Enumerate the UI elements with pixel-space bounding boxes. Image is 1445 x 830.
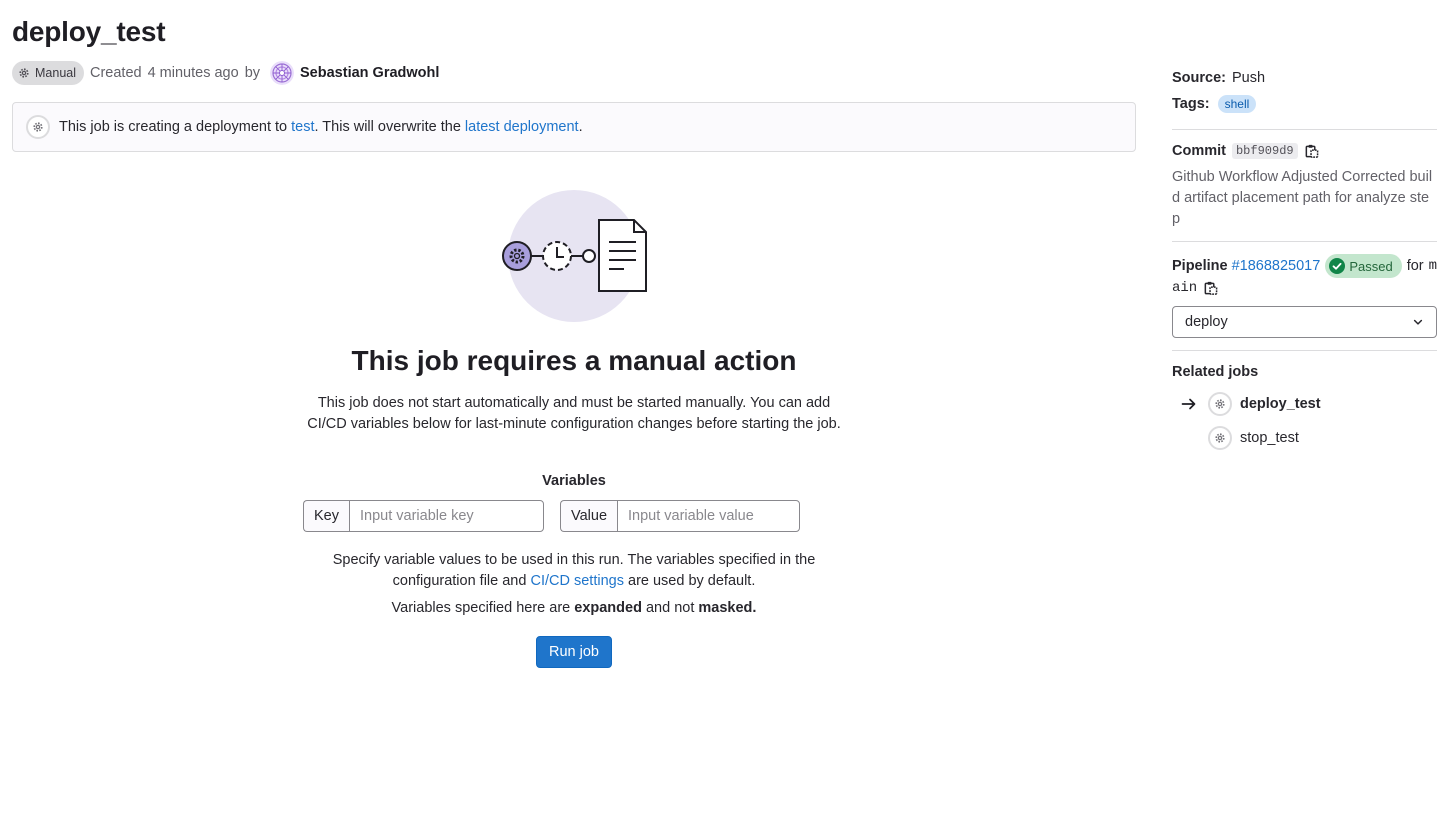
empty-state-title: This job requires a manual action: [351, 345, 797, 376]
manual-status-icon: [1208, 426, 1232, 450]
author-name[interactable]: Sebastian Gradwohl: [300, 65, 439, 81]
gear-icon: [33, 122, 43, 132]
variables-help-text: Specify variable values to be used in th…: [304, 550, 844, 592]
related-job-item[interactable]: stop_test: [1172, 426, 1299, 450]
variable-key-input[interactable]: [349, 500, 544, 532]
latest-deployment-link[interactable]: latest deployment: [465, 119, 579, 135]
variable-key-group: Key: [303, 500, 544, 532]
manual-status-icon: [26, 115, 50, 139]
gear-icon: [1215, 433, 1225, 443]
manual-status-icon: [1208, 392, 1232, 416]
divider: [1172, 350, 1437, 351]
status-badge-label: Manual: [35, 66, 76, 80]
arrow-right-icon: [1181, 398, 1196, 410]
avatar[interactable]: [270, 61, 295, 85]
created-prefix: Created: [90, 65, 142, 81]
tags-row: Tags: shell: [1172, 95, 1257, 113]
manual-job-illustration: [502, 190, 647, 322]
pipeline-status-badge[interactable]: Passed: [1325, 254, 1402, 278]
page-title: deploy_test: [12, 16, 166, 47]
source-label: Source:: [1172, 70, 1226, 86]
status-badge[interactable]: Manual: [12, 61, 84, 85]
commit-sha-link[interactable]: bbf909d9: [1231, 143, 1298, 159]
note-expanded: expanded: [574, 600, 642, 616]
created-by: by: [244, 65, 261, 81]
related-job-current[interactable]: deploy_test: [1172, 392, 1321, 416]
environment-link[interactable]: test: [291, 119, 314, 135]
alert-text-start: This job is creating a deployment to: [59, 119, 288, 135]
related-jobs-header: Related jobs: [1172, 364, 1264, 380]
alert-text: This job is creating a deployment to tes…: [59, 119, 583, 135]
stage-dropdown-value: deploy: [1185, 314, 1228, 330]
pipeline-row: Pipeline #1868825017 Passed for m: [1172, 254, 1437, 278]
related-job-name: stop_test: [1240, 430, 1299, 446]
tags-label: Tags:: [1172, 96, 1210, 112]
alert-text-end: .: [578, 119, 583, 135]
tag-badge: shell: [1217, 95, 1257, 113]
gear-icon: [19, 68, 29, 78]
value-label: Value: [560, 500, 618, 532]
pipeline-label: Pipeline: [1172, 258, 1228, 274]
branch-name-start[interactable]: m: [1429, 258, 1437, 274]
divider: [1172, 129, 1437, 130]
source-value: Push: [1232, 70, 1266, 86]
alert-text-middle: . This will overwrite the: [314, 119, 461, 135]
variables-help-end: are used by default.: [628, 573, 756, 589]
variables-label: Variables: [542, 473, 606, 489]
run-job-button[interactable]: Run job: [536, 636, 612, 668]
check-circle-icon: [1329, 258, 1346, 274]
copy-icon[interactable]: [1203, 280, 1218, 296]
note-middle: and not: [645, 600, 695, 616]
source-row: Source: Push: [1172, 70, 1265, 86]
branch-row: ain: [1172, 280, 1218, 296]
variables-expanded-note: Variables specified here are expanded an…: [12, 600, 1136, 616]
commit-label: Commit: [1172, 143, 1226, 159]
note-masked: masked.: [698, 600, 757, 616]
branch-name-end[interactable]: ain: [1172, 280, 1197, 296]
stage-dropdown[interactable]: deploy: [1172, 306, 1437, 338]
note-prefix: Variables specified here are: [391, 600, 571, 616]
deployment-alert: This job is creating a deployment to tes…: [12, 102, 1136, 152]
pipeline-status-label: Passed: [1349, 258, 1393, 274]
variable-value-group: Value: [560, 500, 801, 532]
related-job-name: deploy_test: [1240, 396, 1321, 412]
related-jobs-label: Related jobs: [1172, 364, 1259, 380]
created-time[interactable]: 4 minutes ago: [148, 65, 239, 81]
pipeline-id-link[interactable]: #1868825017: [1232, 258, 1321, 274]
variable-value-input[interactable]: [617, 500, 801, 532]
commit-message: Github Workflow Adjusted Corrected build…: [1172, 169, 1433, 227]
gear-icon: [1215, 399, 1225, 409]
chevron-down-icon: [1413, 319, 1423, 325]
copy-icon[interactable]: [1304, 143, 1319, 159]
empty-state-description: This job does not start automatically an…: [307, 395, 841, 432]
pipeline-for: for: [1406, 258, 1424, 274]
commit-row: Commit bbf909d9: [1172, 143, 1319, 159]
job-meta: Manual Created 4 minutes ago by Sebastia…: [12, 61, 439, 85]
key-label: Key: [303, 500, 349, 532]
divider: [1172, 241, 1437, 242]
cicd-settings-link[interactable]: CI/CD settings: [530, 573, 623, 589]
